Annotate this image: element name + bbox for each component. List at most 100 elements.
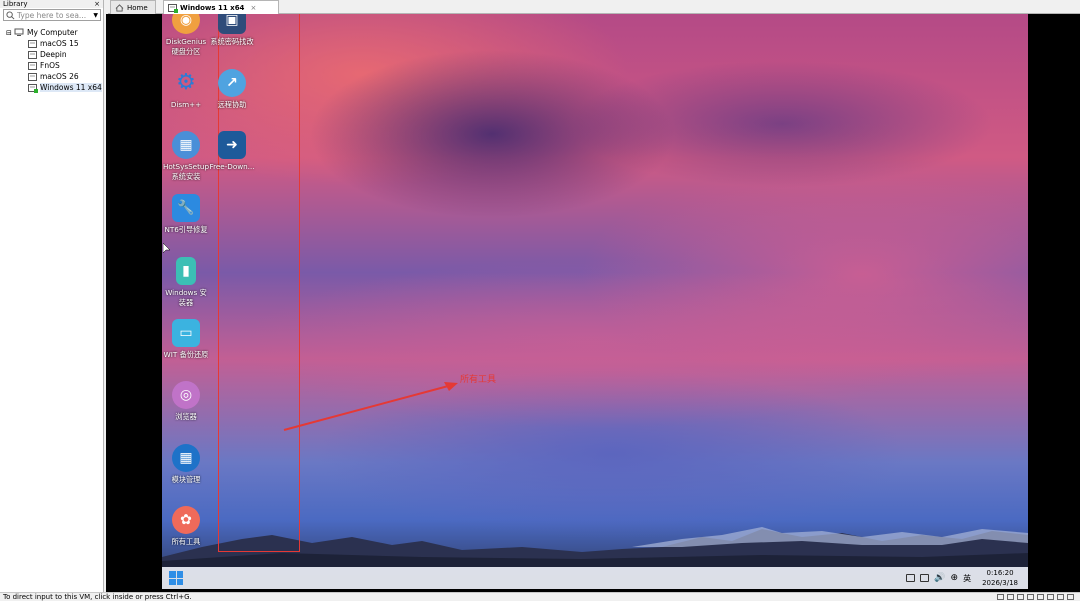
cdrom-icon[interactable] xyxy=(1007,594,1014,600)
mouse-pointer-icon xyxy=(163,243,171,254)
module-icon: ▦ xyxy=(172,444,200,472)
desktop-icon-label: Windows 安 装器 xyxy=(165,288,207,307)
ime-indicator[interactable]: 英 xyxy=(963,573,971,584)
desktop-icon-label: 系统密码找改 xyxy=(210,37,254,46)
desktop-icon-label: Dism++ xyxy=(170,100,202,109)
desktop-icon-label: 浏览器 xyxy=(175,412,197,421)
start-tile xyxy=(169,571,176,578)
diskgenius-icon: ◉ xyxy=(172,14,200,34)
library-search-placeholder: Type here to sea... xyxy=(17,10,87,20)
desktop-icon-all-tools[interactable]: ✿ 所有工具 xyxy=(162,506,210,547)
windows-start-button[interactable] xyxy=(169,571,183,585)
message-icon[interactable] xyxy=(1067,594,1074,600)
bluetooth-icon[interactable] xyxy=(920,574,930,582)
desktop-icon-label: Free-Down... xyxy=(209,162,255,171)
guest-taskbar: 🔊 ⊕ 英 0:16:20 2026/3/18 xyxy=(162,567,1028,589)
tree-item-vm-running[interactable]: Windows 11 x64 xyxy=(0,82,103,93)
tree-label: FnOS xyxy=(40,61,60,70)
tree-item-vm[interactable]: Deepin xyxy=(0,49,103,60)
desktop-icon-dism[interactable]: ⚙ Dism++ xyxy=(162,69,210,110)
remote-assist-icon: ↗ xyxy=(218,69,246,97)
tree-item-vm[interactable]: FnOS xyxy=(0,60,103,71)
gears-icon: ⚙ xyxy=(176,70,196,95)
tree-label: macOS 15 xyxy=(40,39,79,48)
installer-icon: ▮ xyxy=(176,257,196,285)
download-icon: ➜ xyxy=(218,131,246,159)
home-icon xyxy=(115,3,124,12)
globe-icon[interactable]: ⊕ xyxy=(951,573,959,583)
library-close-button[interactable]: × xyxy=(94,0,100,8)
desktop-icon-wit-backup[interactable]: ▭ WIT 备份还原 xyxy=(162,319,210,360)
device-status-icons xyxy=(997,593,1074,600)
vm-icon xyxy=(28,50,37,59)
tab-bar: Home Windows 11 x64 × xyxy=(108,0,1080,14)
network-adapter-icon[interactable] xyxy=(1017,594,1024,600)
desktop-icon-hotsyssetup[interactable]: ▦ HotSysSetup 系统安装 xyxy=(162,131,210,182)
toolbox-icon: ✿ xyxy=(172,506,200,534)
wrench-icon: 🔧 xyxy=(172,194,200,222)
sound-icon[interactable] xyxy=(1037,594,1044,600)
taskbar-clock[interactable]: 0:16:20 2026/3/18 xyxy=(982,568,1018,588)
clock-date: 2026/3/18 xyxy=(982,579,1018,587)
library-tree: ⊟ My Computer macOS 15 Deepin FnOS macOS… xyxy=(0,27,103,93)
desktop-icon-windows-installer[interactable]: ▮ Windows 安 装器 xyxy=(162,257,210,308)
desktop-icon-label: 模块管理 xyxy=(171,475,201,484)
tab-windows-11[interactable]: Windows 11 x64 × xyxy=(163,0,279,14)
library-title: Library xyxy=(3,0,28,8)
tree-item-vm[interactable]: macOS 15 xyxy=(0,38,103,49)
tab-close-button[interactable]: × xyxy=(250,4,256,12)
desktop-icon-module-manager[interactable]: ▦ 模块管理 xyxy=(162,444,210,485)
library-panel: Library × Type here to sea... ▼ ⊟ My Com… xyxy=(0,0,104,592)
library-header: Library × xyxy=(0,0,103,8)
vm-icon xyxy=(28,39,37,48)
tree-label: My Computer xyxy=(27,28,78,37)
start-tile xyxy=(176,578,183,585)
system-tray: 🔊 ⊕ 英 0:16:20 2026/3/18 xyxy=(906,569,1018,587)
desktop-icon-label: WIT 备份还原 xyxy=(163,350,209,359)
tree-label: Windows 11 x64 xyxy=(40,83,102,92)
setup-icon: ▦ xyxy=(172,131,200,159)
vm-icon xyxy=(28,61,37,70)
backup-icon: ▭ xyxy=(172,319,200,347)
desktop-icon-diskgenius[interactable]: ◉ DiskGenius 硬盘分区 xyxy=(162,14,210,57)
library-search-field[interactable]: Type here to sea... ▼ xyxy=(3,9,101,21)
computer-icon xyxy=(14,28,24,36)
desktop-icon-free-down[interactable]: ➜ Free-Down... xyxy=(208,131,256,172)
desktop-icon-label: 所有工具 xyxy=(171,537,201,546)
start-tile xyxy=(169,578,176,585)
tree-item-vm[interactable]: macOS 26 xyxy=(0,71,103,82)
desktop-icon-label: NT6引导修复 xyxy=(164,225,208,234)
search-icon xyxy=(6,10,15,19)
desktop-icon-password[interactable]: ▣ 系统密码找改 xyxy=(208,14,256,47)
desktop-icon-nt6-repair[interactable]: 🔧 NT6引导修复 xyxy=(162,194,210,235)
volume-icon[interactable]: 🔊 xyxy=(934,573,945,583)
tree-item-my-computer[interactable]: ⊟ My Computer xyxy=(0,27,103,38)
tab-label: Windows 11 x64 xyxy=(180,3,245,12)
usb-icon[interactable] xyxy=(1027,594,1034,600)
desktop-icon-browser[interactable]: ◎ 浏览器 xyxy=(162,381,210,422)
desktop-icon-label: 远程协助 xyxy=(217,100,247,109)
vm-console[interactable]: ◉ DiskGenius 硬盘分区 ▣ 系统密码找改 ⚙ Dism++ ↗ 远程… xyxy=(106,14,1080,592)
hdd-icon[interactable] xyxy=(997,594,1004,600)
browser-icon: ◎ xyxy=(172,381,200,409)
tree-label: macOS 26 xyxy=(40,72,79,81)
password-icon: ▣ xyxy=(218,14,246,34)
collapse-icon[interactable]: ⊟ xyxy=(6,29,14,37)
vm-running-icon xyxy=(28,83,38,93)
start-tile xyxy=(176,571,183,578)
clock-time: 0:16:20 xyxy=(986,569,1014,577)
guest-desktop[interactable]: ◉ DiskGenius 硬盘分区 ▣ 系统密码找改 ⚙ Dism++ ↗ 远程… xyxy=(162,14,1028,589)
tab-home[interactable]: Home xyxy=(110,0,156,14)
desktop-icon-label: DiskGenius 硬盘分区 xyxy=(165,37,207,56)
search-dropdown-icon[interactable]: ▼ xyxy=(93,12,98,19)
annotation-label: 所有工具 xyxy=(460,375,497,385)
desktop-icon-remote-assist[interactable]: ↗ 远程协助 xyxy=(208,69,256,110)
tab-label: Home xyxy=(127,3,148,12)
tree-label: Deepin xyxy=(40,50,67,59)
vm-running-icon xyxy=(168,3,178,13)
desktop-icon-label: HotSysSetup 系统安装 xyxy=(162,162,210,181)
display-icon[interactable] xyxy=(1057,594,1064,600)
status-bar: To direct input to this VM, click inside… xyxy=(0,592,1080,601)
printer-icon[interactable] xyxy=(1047,594,1054,600)
network-icon[interactable] xyxy=(906,574,916,582)
